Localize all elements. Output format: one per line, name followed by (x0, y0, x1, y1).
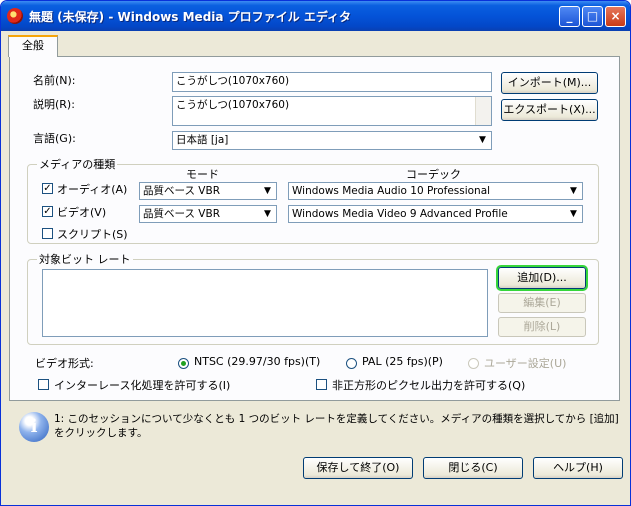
language-value: 日本語 [ja] (176, 134, 229, 146)
codec-header: コーデック (406, 168, 461, 181)
language-label: 言語(G): (33, 132, 76, 145)
audio-mode-value: 品質ベース VBR (143, 185, 220, 197)
import-button[interactable]: インポート(M)... (501, 72, 598, 94)
video-mode-select[interactable]: 品質ベース VBR ▼ (139, 205, 277, 223)
audio-label: オーディオ(A) (57, 183, 128, 196)
chevron-down-icon[interactable]: ▼ (260, 207, 275, 221)
help-button[interactable]: ヘルプ(H) (533, 457, 623, 479)
interlace-checkbox[interactable] (38, 379, 49, 390)
language-select[interactable]: 日本語 [ja] ▼ (172, 131, 492, 150)
info-message: 1: このセッションについて少なくとも 1 つのビット レートを定義してください… (54, 413, 619, 439)
video-checkbox[interactable]: ✓ (42, 206, 53, 217)
ntsc-label: NTSC (29.97/30 fps)(T) (194, 355, 321, 368)
close-button[interactable]: 閉じる(C) (423, 457, 523, 479)
interlace-label: インターレース化処理を許可する(I) (54, 379, 231, 392)
video-format-label: ビデオ形式: (35, 357, 94, 370)
mode-header: モード (186, 168, 219, 181)
audio-codec-value: Windows Media Audio 10 Professional (292, 185, 491, 197)
chevron-down-icon[interactable]: ▼ (475, 133, 490, 148)
script-label: スクリプト(S) (57, 228, 128, 241)
description-label: 説明(R): (33, 98, 75, 111)
chevron-down-icon[interactable]: ▼ (566, 184, 581, 198)
video-mode-value: 品質ベース VBR (143, 208, 220, 220)
custom-radio[interactable] (468, 358, 479, 369)
general-tab-panel: 名前(N): こうがしつ(1070x760) 説明(R): こうがしつ(1070… (9, 56, 620, 401)
minimize-button[interactable]: _ (559, 6, 580, 27)
description-field[interactable]: こうがしつ(1070x760) (172, 96, 492, 126)
nonsquare-label: 非正方形のピクセル出力を許可する(Q) (332, 379, 526, 392)
nonsquare-checkbox[interactable] (316, 379, 327, 390)
edit-bitrate-button[interactable]: 編集(E) (498, 293, 586, 313)
audio-mode-select[interactable]: 品質ベース VBR ▼ (139, 182, 277, 200)
chevron-down-icon[interactable]: ▼ (566, 207, 581, 221)
name-field[interactable]: こうがしつ(1070x760) (172, 72, 492, 92)
title-bar[interactable]: 無題 (未保存) - Windows Media プロファイル エディタ _ □… (1, 1, 630, 31)
bitrate-list[interactable] (42, 269, 488, 337)
audio-codec-select[interactable]: Windows Media Audio 10 Professional ▼ (288, 182, 583, 200)
pal-label: PAL (25 fps)(P) (362, 355, 443, 368)
app-icon (7, 8, 23, 24)
maximize-button[interactable]: □ (582, 6, 603, 27)
name-label: 名前(N): (33, 74, 76, 87)
pal-radio[interactable] (346, 358, 357, 369)
delete-bitrate-button[interactable]: 削除(L) (498, 317, 586, 337)
audio-checkbox[interactable]: ✓ (42, 183, 53, 194)
script-checkbox[interactable] (42, 228, 53, 239)
description-text: こうがしつ(1070x760) (176, 99, 290, 111)
media-types-title: メディアの種類 (37, 156, 118, 172)
profile-editor-window: 無題 (未保存) - Windows Media プロファイル エディタ _ □… (0, 0, 631, 506)
save-and-exit-button[interactable]: 保存して終了(O) (303, 457, 413, 479)
add-bitrate-button[interactable]: 追加(D)... (498, 267, 586, 289)
close-window-button[interactable]: × (605, 6, 626, 27)
bitrate-title: 対象ビット レート (37, 251, 133, 267)
custom-label: ユーザー設定(U) (484, 357, 567, 370)
video-label: ビデオ(V) (57, 206, 107, 219)
export-button[interactable]: エクスポート(X)... (501, 99, 598, 121)
ntsc-radio[interactable] (178, 358, 189, 369)
info-icon: i (19, 412, 49, 442)
description-scrollbar[interactable] (475, 97, 491, 125)
window-title: 無題 (未保存) - Windows Media プロファイル エディタ (29, 10, 352, 24)
video-codec-value: Windows Media Video 9 Advanced Profile (292, 208, 508, 220)
video-codec-select[interactable]: Windows Media Video 9 Advanced Profile ▼ (288, 205, 583, 223)
tab-general[interactable]: 全般 (8, 35, 58, 57)
chevron-down-icon[interactable]: ▼ (260, 184, 275, 198)
